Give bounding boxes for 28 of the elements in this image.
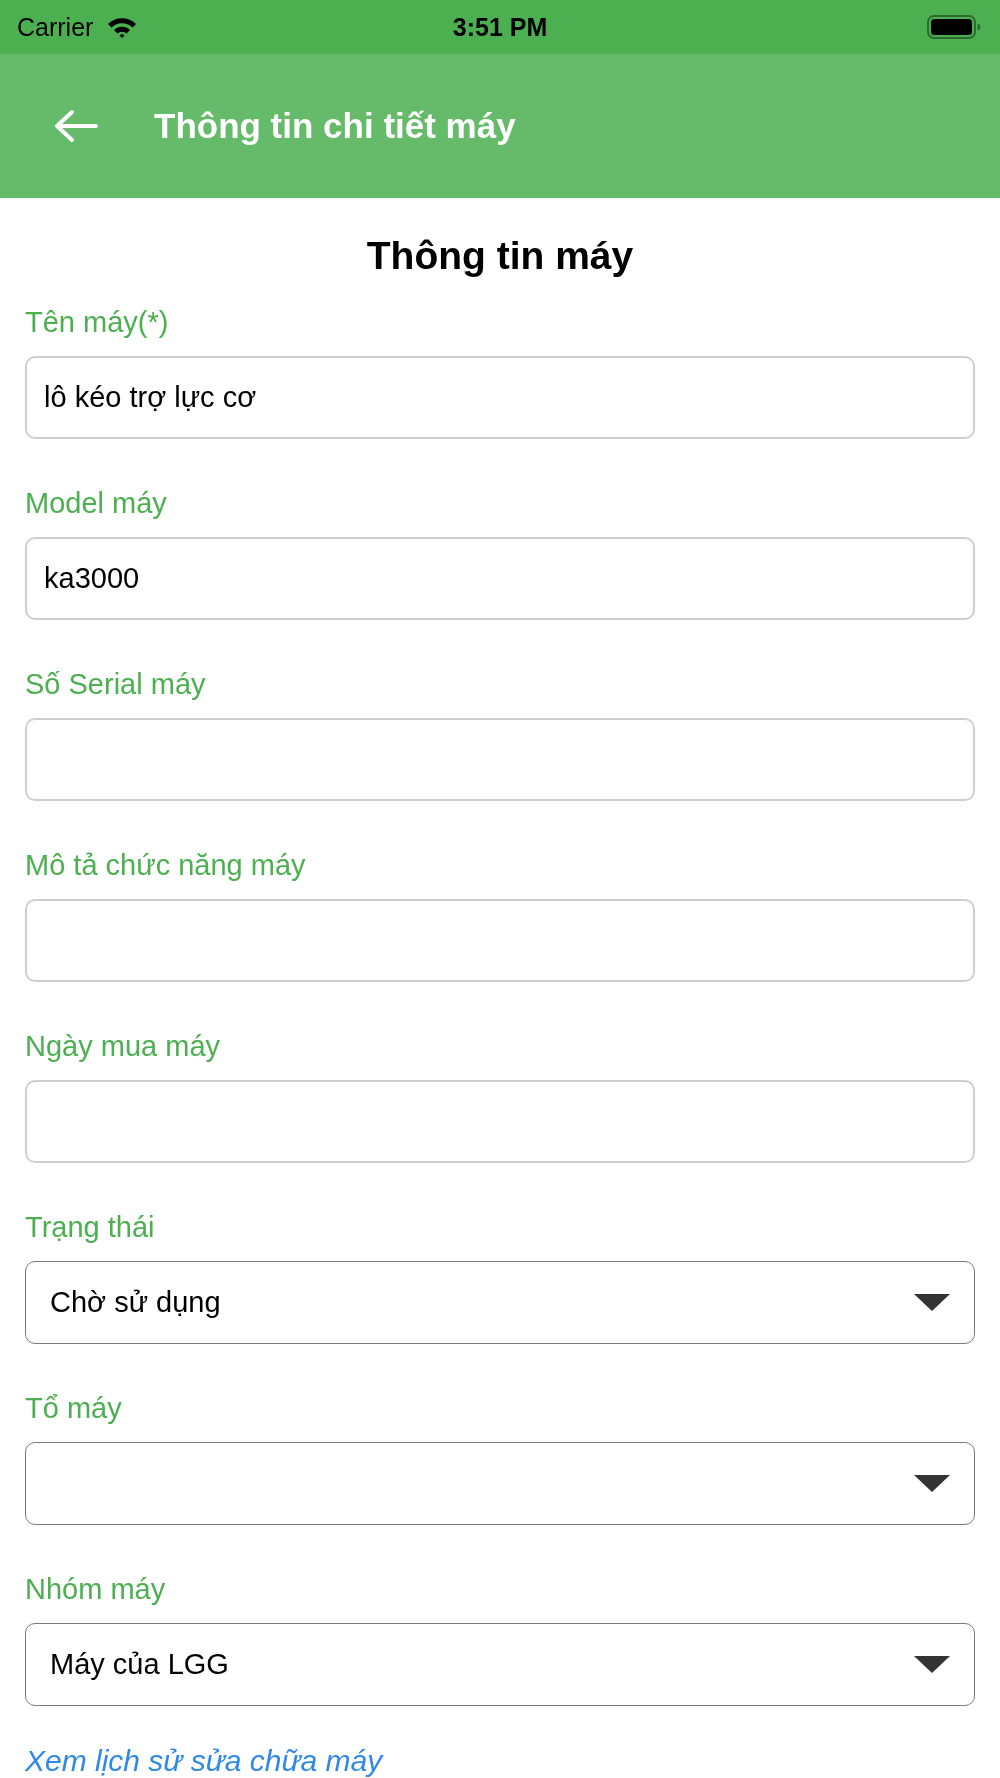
history-link[interactable]: Xem lịch sử sửa chữa máy bbox=[25, 1744, 383, 1778]
screen-title: Thông tin chi tiết máy bbox=[154, 106, 516, 146]
input-field[interactable] bbox=[25, 1080, 975, 1163]
dropdown[interactable] bbox=[25, 1442, 975, 1525]
field-label: Số Serial máy bbox=[25, 667, 206, 702]
battery-icon bbox=[927, 15, 981, 39]
field-label: Nhóm máy bbox=[25, 1572, 166, 1607]
field-label: Mô tả chức năng máy bbox=[25, 848, 306, 883]
field-label: Tên máy(*) bbox=[25, 305, 169, 340]
field-label: Ngày mua máy bbox=[25, 1029, 220, 1064]
back-icon bbox=[54, 109, 98, 143]
field-label: Trạng thái bbox=[25, 1210, 155, 1245]
input-field[interactable] bbox=[25, 899, 975, 982]
section-title: Thông tin máy bbox=[365, 233, 635, 279]
caret-icon bbox=[914, 1656, 950, 1673]
status-time: 3:51 PM bbox=[452, 12, 548, 42]
back-button[interactable] bbox=[54, 109, 98, 143]
wifi-icon bbox=[107, 16, 138, 38]
input-field[interactable]: ka3000 bbox=[25, 537, 975, 620]
caret-icon bbox=[914, 1475, 950, 1492]
caret-icon bbox=[914, 1294, 950, 1311]
field-label: Tổ máy bbox=[25, 1391, 122, 1426]
field-label: Model máy bbox=[25, 486, 167, 521]
dropdown[interactable]: Máy của LGG bbox=[25, 1623, 975, 1706]
input-field[interactable]: lô kéo trợ lực cơ bbox=[25, 356, 975, 439]
input-field[interactable] bbox=[25, 718, 975, 801]
carrier-name: Carrier bbox=[17, 12, 94, 42]
dropdown[interactable]: Chờ sử dụng bbox=[25, 1261, 975, 1344]
